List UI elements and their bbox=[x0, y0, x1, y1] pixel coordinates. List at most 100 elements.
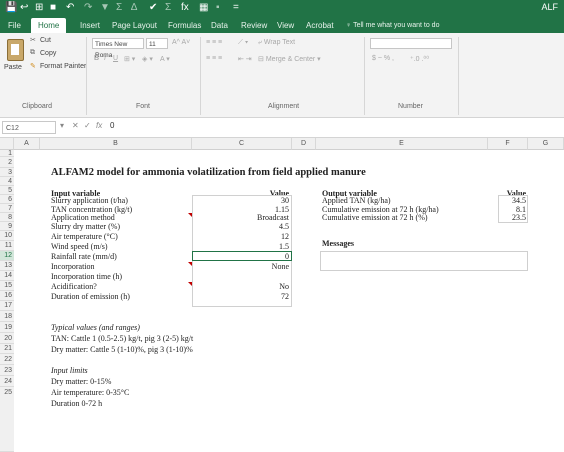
align-top-icon[interactable]: ≡ ≡ ≡ bbox=[206, 39, 222, 46]
number-format-box[interactable] bbox=[370, 38, 452, 49]
autosum-icon[interactable]: Σ bbox=[165, 2, 171, 14]
comment-indicator[interactable] bbox=[188, 282, 192, 286]
column-header-e[interactable]: E bbox=[316, 138, 488, 150]
row-header[interactable]: 8 bbox=[0, 213, 14, 222]
row-header[interactable]: 15 bbox=[0, 281, 14, 291]
tab-view[interactable]: View bbox=[277, 18, 294, 33]
cancel-icon[interactable]: ✕ bbox=[72, 121, 79, 130]
format-painter-button[interactable]: Format Painter bbox=[40, 63, 86, 70]
row-header[interactable]: 6 bbox=[0, 195, 14, 204]
row-header[interactable]: 11 bbox=[0, 241, 14, 251]
row-header[interactable]: 25 bbox=[0, 387, 14, 452]
row-header[interactable]: 13 bbox=[0, 261, 14, 271]
customize-icon[interactable]: = bbox=[233, 2, 239, 14]
orientation-icon[interactable]: ⟋ ▾ bbox=[238, 39, 248, 47]
grow-font-icon[interactable]: A^ A˅ bbox=[172, 39, 190, 46]
insert-function-icon[interactable]: fx bbox=[96, 121, 102, 130]
decimal-icon[interactable]: ⁺.0 .⁰⁰ bbox=[410, 55, 429, 63]
input-value[interactable]: 0 bbox=[194, 252, 289, 261]
undo-icon[interactable]: ↩ bbox=[20, 2, 28, 14]
tab-data[interactable]: Data bbox=[211, 18, 228, 33]
column-header-c[interactable]: C bbox=[192, 138, 292, 150]
row-header[interactable]: 24 bbox=[0, 376, 14, 387]
row-header[interactable]: 20 bbox=[0, 333, 14, 344]
row-header[interactable]: 9 bbox=[0, 222, 14, 231]
input-value[interactable]: 1.5 bbox=[194, 242, 289, 251]
tab-file[interactable]: File bbox=[8, 18, 21, 33]
tab-formulas[interactable]: Formulas bbox=[168, 18, 201, 33]
paste-button[interactable]: Paste bbox=[3, 37, 27, 83]
column-header-g[interactable]: G bbox=[528, 138, 564, 150]
form-icon[interactable]: ■ bbox=[50, 2, 56, 14]
comment-indicator[interactable] bbox=[188, 262, 192, 266]
input-value[interactable]: None bbox=[194, 262, 289, 271]
check-icon[interactable]: ✔ bbox=[149, 2, 157, 14]
bold-icon[interactable]: B bbox=[94, 55, 99, 62]
font-color-icon[interactable]: A ▾ bbox=[160, 55, 170, 63]
copy-icon[interactable]: ⧉ bbox=[30, 49, 35, 57]
format-painter-icon[interactable]: ✎ bbox=[30, 62, 36, 70]
row-header[interactable]: 2 bbox=[0, 157, 14, 168]
column-header-f[interactable]: F bbox=[488, 138, 528, 150]
italic-icon[interactable]: I bbox=[104, 55, 106, 62]
scissors-icon[interactable]: ✂ bbox=[30, 36, 36, 44]
print-preview-icon[interactable]: ⊞ bbox=[35, 2, 43, 14]
tab-page-layout[interactable]: Page Layout bbox=[112, 18, 157, 33]
input-value[interactable]: 72 bbox=[194, 292, 289, 301]
column-header-a[interactable]: A bbox=[14, 138, 40, 150]
font-size-box[interactable]: 11 bbox=[146, 38, 168, 49]
tell-me-search[interactable]: ♀ Tell me what you want to do bbox=[346, 18, 439, 33]
enter-icon[interactable]: ✓ bbox=[84, 121, 91, 130]
function-icon[interactable]: fx bbox=[181, 2, 189, 14]
merge-center-button[interactable]: ⊟ Merge & Center ▾ bbox=[258, 55, 321, 63]
row-header[interactable]: 16 bbox=[0, 291, 14, 301]
tab-home[interactable]: Home bbox=[31, 18, 67, 33]
borders-icon[interactable]: ⊞ ▾ bbox=[124, 55, 135, 63]
comment-indicator[interactable] bbox=[188, 213, 192, 217]
row-header[interactable]: 17 bbox=[0, 301, 14, 311]
row-header[interactable]: 22 bbox=[0, 354, 14, 365]
input-value[interactable]: 30 bbox=[194, 196, 289, 205]
shape-icon[interactable]: ∆ bbox=[131, 2, 137, 14]
row-header[interactable]: 23 bbox=[0, 365, 14, 376]
input-value[interactable]: No bbox=[194, 282, 289, 291]
input-value[interactable]: 4.5 bbox=[194, 222, 289, 231]
fill-color-icon[interactable]: ◈ ▾ bbox=[142, 55, 153, 63]
row-header-selected[interactable]: 12 bbox=[0, 251, 14, 261]
sum-icon[interactable]: Σ bbox=[116, 2, 122, 14]
row-header[interactable]: 21 bbox=[0, 344, 14, 354]
copy-button[interactable]: Copy bbox=[40, 50, 56, 57]
row-header[interactable]: 19 bbox=[0, 322, 14, 333]
align-left-icon[interactable]: ≡ ≡ ≡ bbox=[206, 55, 222, 62]
row-header[interactable]: 4 bbox=[0, 177, 14, 186]
column-header-b[interactable]: B bbox=[40, 138, 192, 150]
wrap-text-button[interactable]: ⤶ Wrap Text bbox=[258, 39, 295, 47]
tab-review[interactable]: Review bbox=[241, 18, 267, 33]
redo-arrow-icon[interactable]: ↷ bbox=[84, 2, 92, 14]
save-icon[interactable]: 💾 bbox=[5, 2, 17, 14]
input-value[interactable]: 12 bbox=[194, 232, 289, 241]
input-value[interactable]: Broadcast bbox=[194, 213, 289, 222]
row-header[interactable]: 14 bbox=[0, 271, 14, 281]
undo-arrow-icon[interactable]: ↶ bbox=[66, 2, 74, 14]
dropdown-icon[interactable]: ▼ bbox=[100, 2, 110, 14]
formula-input[interactable]: 0 bbox=[110, 121, 114, 130]
accounting-format-icon[interactable]: $ ~ % , bbox=[372, 55, 394, 62]
tab-insert[interactable]: Insert bbox=[80, 18, 100, 33]
font-name-box[interactable]: Times New Roma bbox=[92, 38, 144, 59]
underline-icon[interactable]: U bbox=[113, 55, 118, 62]
row-header[interactable]: 7 bbox=[0, 204, 14, 213]
select-all-corner[interactable] bbox=[0, 138, 14, 150]
tab-acrobat[interactable]: Acrobat bbox=[306, 18, 334, 33]
row-header[interactable]: 3 bbox=[0, 168, 14, 177]
row-header[interactable]: 1 bbox=[0, 150, 14, 157]
row-header[interactable]: 18 bbox=[0, 311, 14, 322]
indent-icon[interactable]: ⇤ ⇥ bbox=[238, 55, 252, 63]
square-icon[interactable]: ▪ bbox=[216, 2, 220, 14]
namebox-dropdown-icon[interactable]: ▾ bbox=[60, 121, 64, 130]
row-header[interactable]: 5 bbox=[0, 186, 14, 195]
column-header-d[interactable]: D bbox=[292, 138, 316, 150]
name-box[interactable]: C12 bbox=[2, 121, 56, 134]
table-icon[interactable]: ▦ bbox=[199, 2, 208, 14]
row-header[interactable]: 10 bbox=[0, 231, 14, 241]
